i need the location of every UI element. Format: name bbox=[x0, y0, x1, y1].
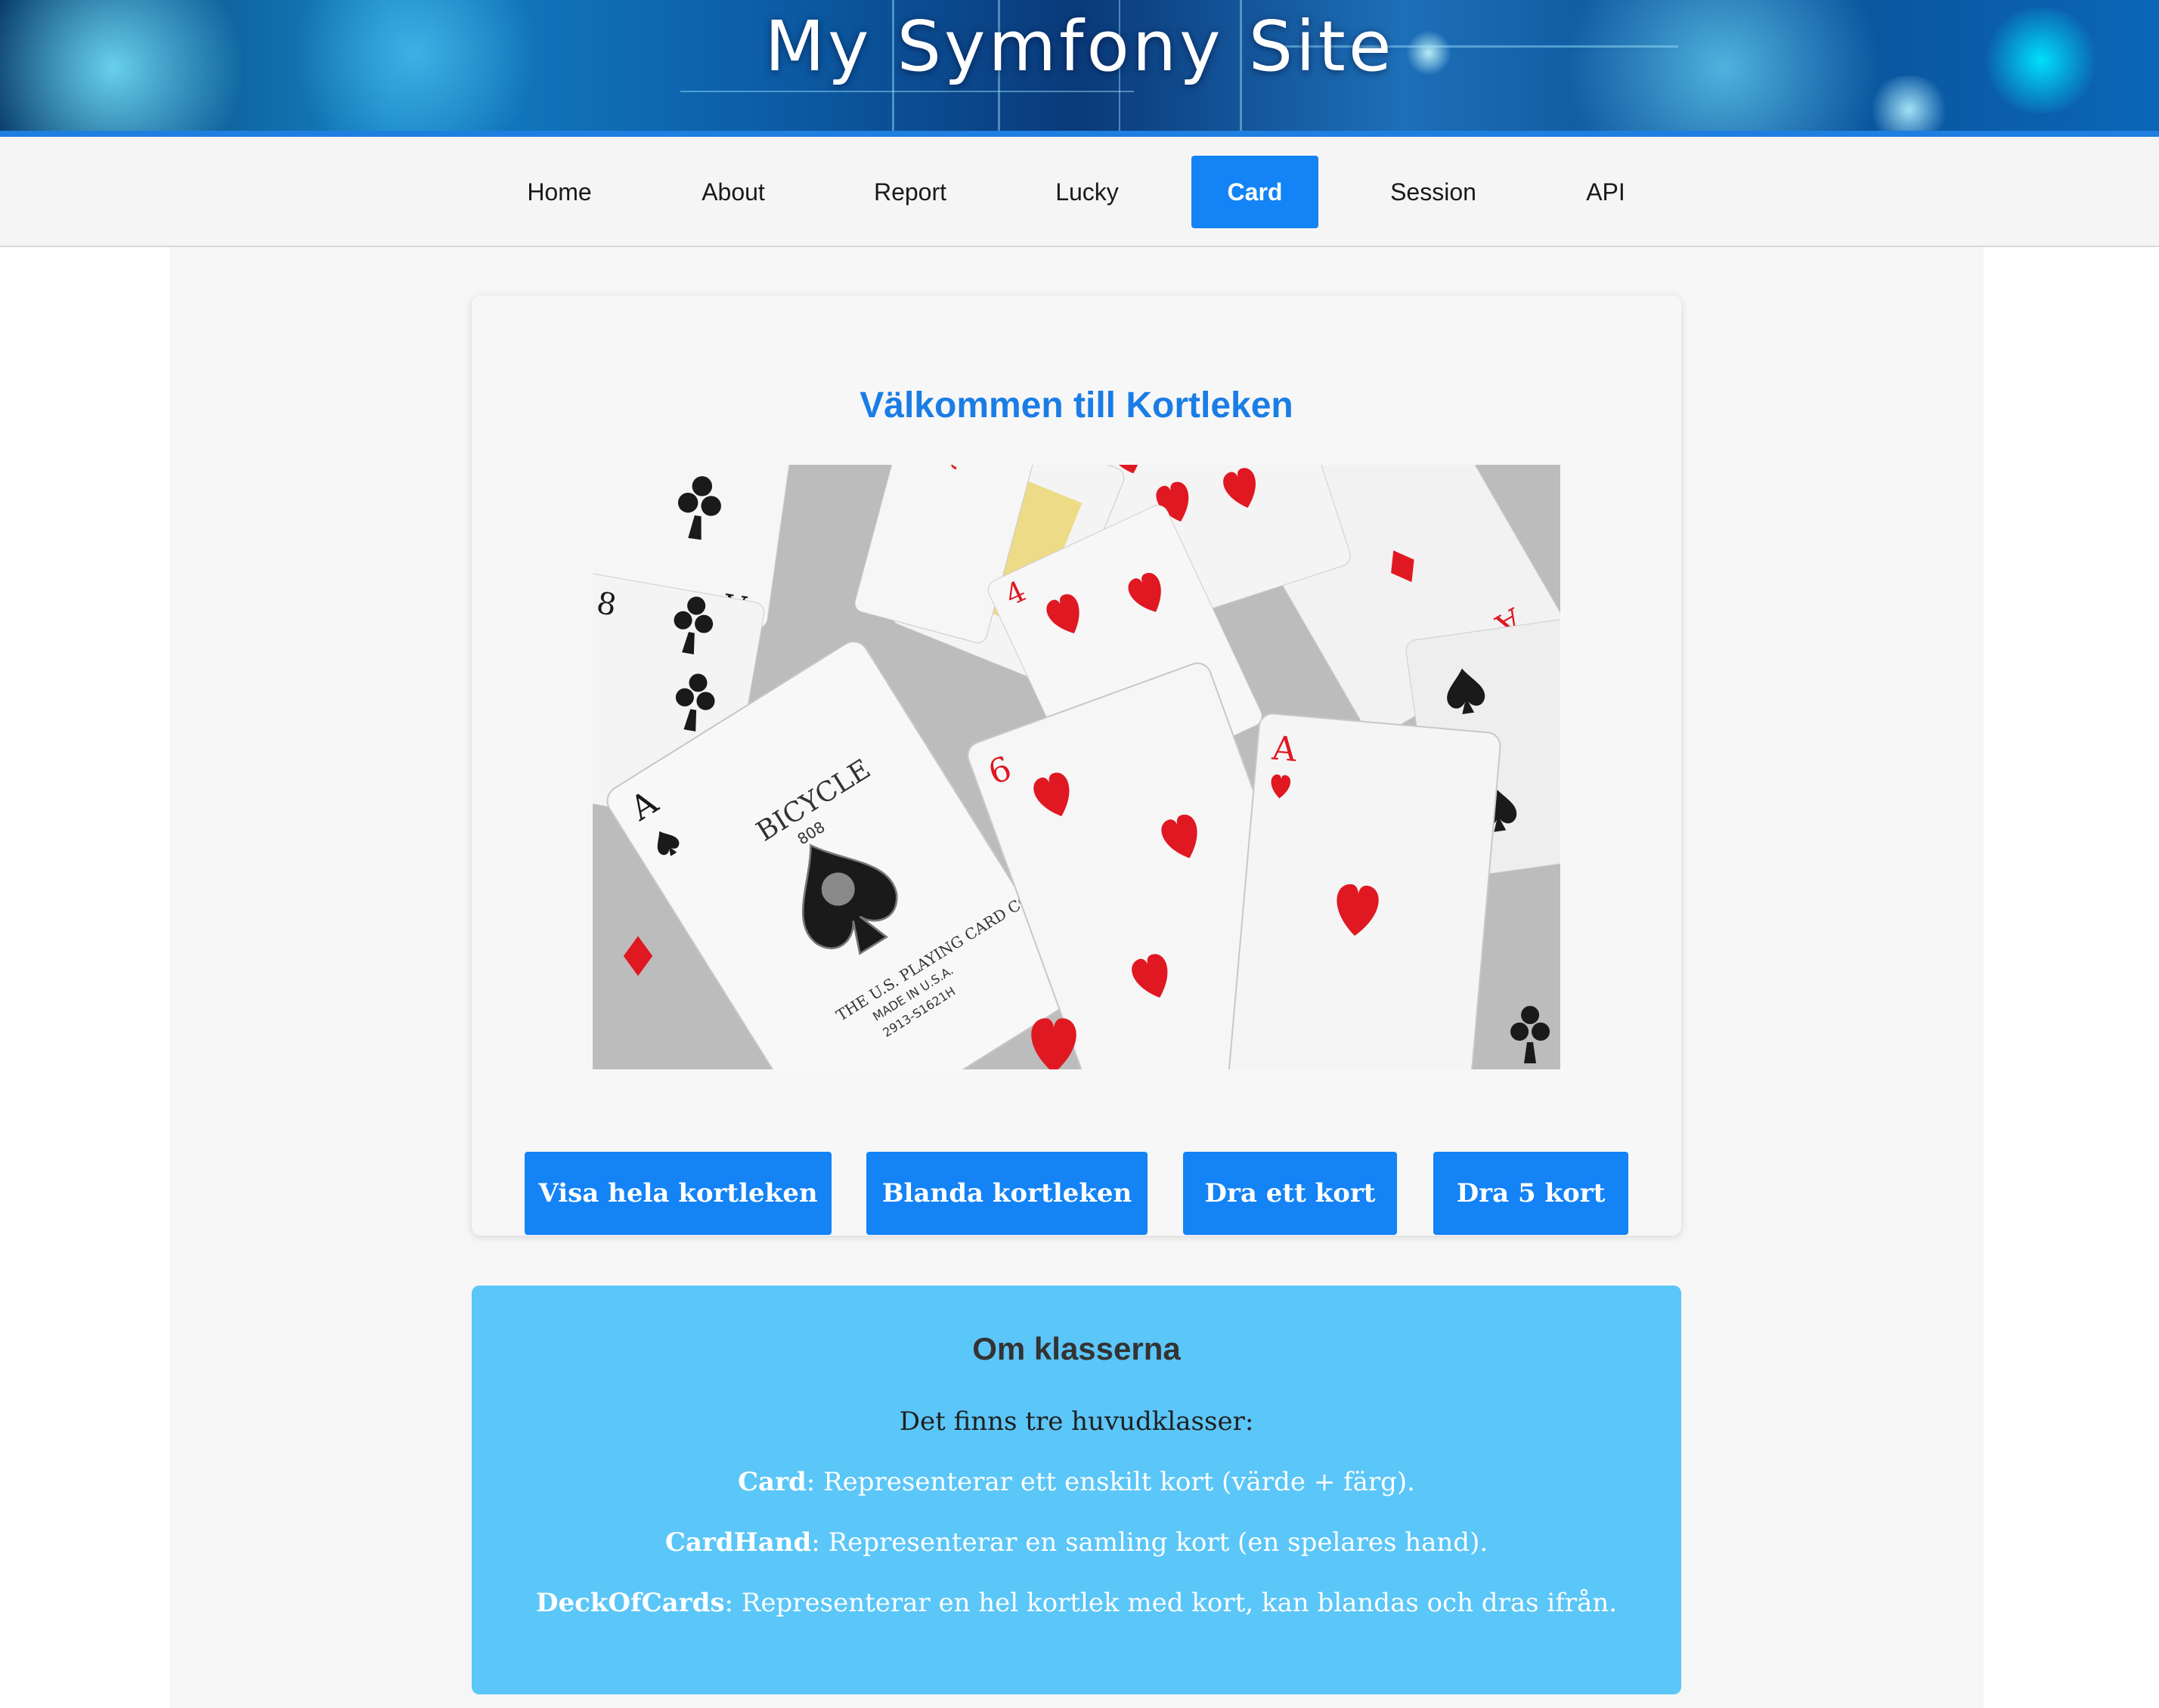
class-name: DeckOfCards bbox=[535, 1588, 725, 1618]
card-shape: A bbox=[1226, 713, 1501, 1069]
site-title: My Symfony Site bbox=[764, 6, 1395, 87]
nav-item-home[interactable]: Home bbox=[506, 156, 612, 228]
page-container: Välkommen till Kortleken A 8 4 A BICYCLE… bbox=[169, 247, 1984, 1708]
show-deck-button[interactable]: Visa hela kortleken bbox=[525, 1152, 832, 1235]
info-intro: Det finns tre huvudklasser: bbox=[899, 1406, 1254, 1437]
nav-item-session[interactable]: Session bbox=[1373, 156, 1494, 228]
class-deckofcards-line: DeckOfCards: Representerar en hel kortle… bbox=[472, 1588, 1681, 1618]
shuffle-deck-button[interactable]: Blanda kortleken bbox=[866, 1152, 1148, 1235]
class-card-line: Card: Representerar ett enskilt kort (vä… bbox=[472, 1467, 1681, 1497]
draw-one-button[interactable]: Dra ett kort bbox=[1183, 1152, 1397, 1235]
playing-cards-image: A K J Q bbox=[593, 465, 1560, 1069]
class-name: Card bbox=[737, 1467, 807, 1497]
info-title: Om klasserna bbox=[972, 1331, 1181, 1366]
page-title: Välkommen till Kortleken bbox=[860, 385, 1293, 425]
class-description: : Representerar en samling kort (en spel… bbox=[811, 1527, 1488, 1558]
class-description: : Representerar ett enskilt kort (värde … bbox=[806, 1467, 1415, 1497]
banner-divider bbox=[0, 131, 2159, 137]
header-banner: My Symfony Site bbox=[0, 0, 2159, 131]
banner-line bbox=[680, 91, 1134, 92]
nav-item-card[interactable]: Card bbox=[1191, 156, 1318, 228]
nav-item-lucky[interactable]: Lucky bbox=[1034, 156, 1140, 228]
main-nav: Home About Report Lucky Card Session API bbox=[0, 137, 2159, 247]
class-name: CardHand bbox=[664, 1527, 812, 1558]
welcome-card: Välkommen till Kortleken A 8 4 A BICYCLE… bbox=[472, 295, 1681, 1236]
class-cardhand-line: CardHand: Representerar en samling kort … bbox=[472, 1527, 1681, 1558]
nav-item-api[interactable]: API bbox=[1553, 156, 1659, 228]
draw-five-button[interactable]: Dra 5 kort bbox=[1433, 1152, 1628, 1235]
classes-info-box: Om klasserna Det finns tre huvudklasser:… bbox=[472, 1286, 1681, 1694]
nav-item-about[interactable]: About bbox=[680, 156, 786, 228]
class-description: : Representerar en hel kortlek med kort,… bbox=[724, 1588, 1618, 1618]
svg-text:A: A bbox=[1270, 729, 1299, 769]
nav-item-report[interactable]: Report bbox=[857, 156, 963, 228]
